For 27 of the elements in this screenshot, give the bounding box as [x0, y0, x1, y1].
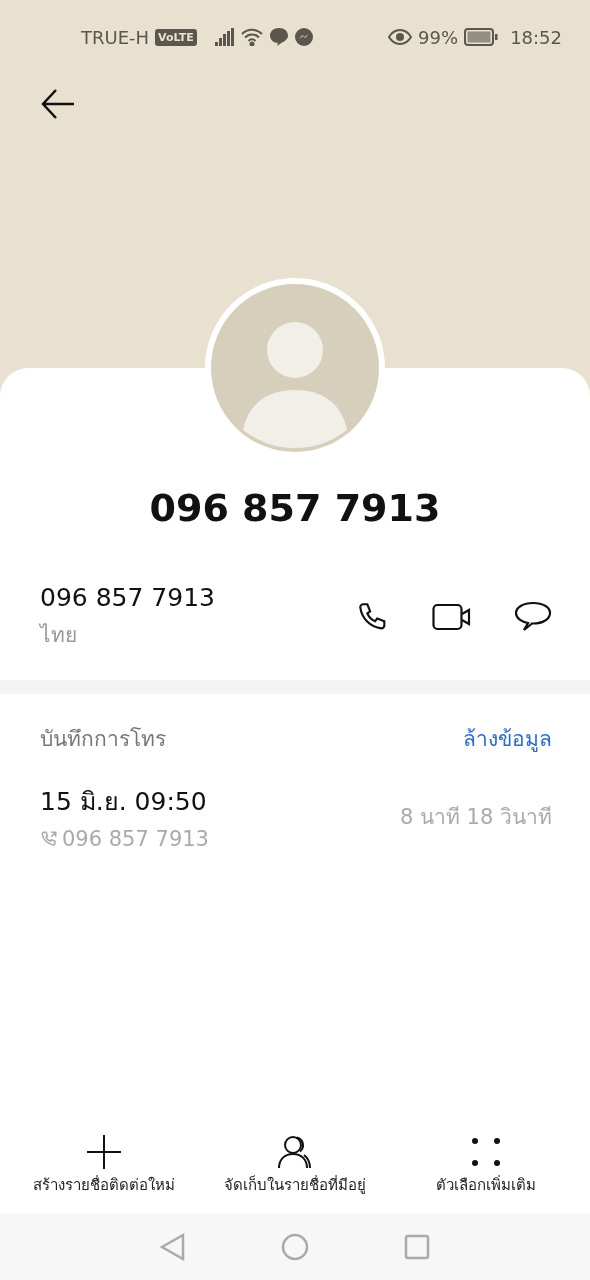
messenger-icon	[294, 28, 313, 46]
eye-icon	[388, 29, 413, 45]
phone-number: 096 857 7913	[40, 583, 216, 612]
outgoing-call-icon	[40, 830, 58, 848]
signal-icon	[214, 28, 235, 46]
people-icon	[277, 1135, 313, 1169]
carrier-name: TRUE-H	[81, 26, 150, 48]
battery-icon	[464, 28, 499, 46]
action-button[interactable]: จัดเก็บในรายชื่อที่มีอยู่	[199, 1135, 391, 1197]
battery-percent: 99%	[418, 26, 459, 48]
call-duration: 8 นาที 18 วินาที	[399, 803, 552, 831]
number-label: ไทย	[40, 622, 78, 649]
plus-icon	[86, 1135, 121, 1169]
clear-link[interactable]: ล้างข้อมูล	[463, 722, 552, 755]
clock: 18:52	[510, 26, 562, 48]
chat-app-icon	[268, 27, 289, 47]
action-button[interactable]: สร้างรายชื่อติดต่อใหม่	[8, 1135, 200, 1197]
volte-badge: VoLTE	[155, 28, 197, 46]
speech-bubble-icon[interactable]	[514, 600, 552, 634]
call-number: 096 857 7913	[62, 827, 209, 851]
action-button[interactable]: ตัวเลือกเพิ่มเติม	[390, 1135, 582, 1197]
video-camera-icon[interactable]	[432, 603, 472, 631]
section-title: บันทึกการโทร	[40, 726, 166, 753]
call-date: 15 มิ.ย. 09:50	[40, 786, 208, 818]
wifi-icon	[240, 28, 263, 46]
contact-title: 096 857 7913	[148, 486, 442, 532]
back-arrow-icon[interactable]	[40, 88, 76, 120]
